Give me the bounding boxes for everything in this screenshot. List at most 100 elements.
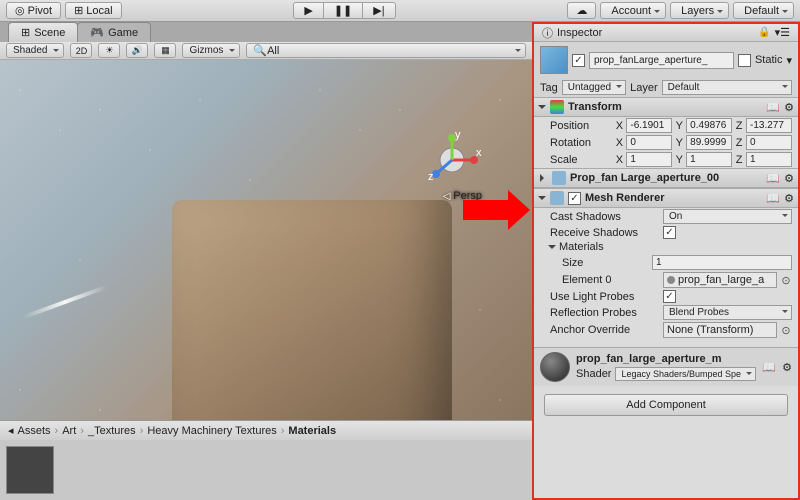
- rot-z-field[interactable]: [746, 135, 792, 150]
- svg-text:x: x: [476, 147, 482, 159]
- panel-menu-icon[interactable]: ▾☰: [775, 26, 790, 39]
- meshfilter-header[interactable]: Prop_fan Large_aperture_00 📖 ⚙: [534, 168, 798, 188]
- object-header: prop_fanLarge_aperture_ Static ▾: [534, 42, 798, 78]
- static-dropdown-icon[interactable]: ▾: [786, 54, 792, 67]
- scale-x-field[interactable]: [626, 152, 672, 167]
- scale-label: Scale: [550, 154, 613, 166]
- material-dot-icon: [667, 276, 675, 284]
- receive-shadows-label: Receive Shadows: [550, 227, 660, 239]
- game-tab[interactable]: 🎮Game: [77, 22, 151, 42]
- account-dropdown[interactable]: Account: [600, 2, 666, 19]
- info-icon: ⓘ: [542, 25, 553, 41]
- crumb[interactable]: _Textures: [88, 425, 136, 437]
- scene-tab[interactable]: ⊞Scene: [8, 22, 78, 42]
- crumb[interactable]: Art: [62, 425, 76, 437]
- object-picker-icon[interactable]: ⊙: [780, 274, 792, 287]
- mat-element0-field[interactable]: prop_fan_large_a: [663, 272, 777, 288]
- crumb[interactable]: Materials: [288, 425, 336, 437]
- active-checkbox[interactable]: [572, 54, 585, 67]
- audio-toggle[interactable]: 🔊: [126, 43, 148, 58]
- tag-dropdown[interactable]: Untagged: [562, 80, 626, 95]
- project-assets: [0, 440, 532, 500]
- foldout-icon[interactable]: [548, 245, 556, 253]
- help-icon[interactable]: 📖: [762, 361, 776, 374]
- scene-viewport[interactable]: x y z ◁ Persp: [0, 60, 532, 420]
- local-toggle[interactable]: ⊞Local: [65, 2, 122, 19]
- gameobject-icon[interactable]: [540, 46, 568, 74]
- play-button[interactable]: ▶: [293, 2, 323, 19]
- pos-x-field[interactable]: [626, 118, 672, 133]
- gizmos-dropdown[interactable]: Gizmos: [182, 43, 240, 58]
- rot-x-field[interactable]: [626, 135, 672, 150]
- receive-shadows-checkbox[interactable]: [663, 226, 676, 239]
- anchor-override-label: Anchor Override: [550, 324, 660, 336]
- shader-label: Shader: [576, 368, 611, 380]
- light-probes-label: Use Light Probes: [550, 291, 660, 303]
- meshrenderer-enabled-checkbox[interactable]: [568, 192, 581, 205]
- meshrenderer-header[interactable]: Mesh Renderer 📖 ⚙: [534, 188, 798, 208]
- gear-icon[interactable]: ⚙: [784, 172, 794, 185]
- mat-size-label: Size: [562, 257, 649, 269]
- gear-icon[interactable]: ⚙: [784, 192, 794, 205]
- foldout-icon: [538, 105, 546, 113]
- foldout-icon: [538, 196, 546, 204]
- inspector-panel: ⓘ Inspector 🔒 ▾☰ prop_fanLarge_aperture_…: [532, 22, 800, 500]
- annotation-arrow: [463, 200, 508, 220]
- help-icon[interactable]: 📖: [766, 192, 780, 205]
- meshfilter-icon: [552, 171, 566, 185]
- svg-text:z: z: [428, 171, 434, 183]
- fx-toggle[interactable]: ▦: [154, 43, 176, 58]
- add-component-button[interactable]: Add Component: [544, 394, 788, 416]
- step-button[interactable]: ▶|: [363, 2, 395, 19]
- scene-search[interactable]: 🔍All: [246, 43, 526, 58]
- shader-dropdown[interactable]: Legacy Shaders/Bumped Spe: [615, 367, 756, 381]
- light-probes-checkbox[interactable]: [663, 290, 676, 303]
- static-checkbox[interactable]: [738, 54, 751, 67]
- help-icon[interactable]: 📖: [766, 172, 780, 185]
- gear-icon[interactable]: ⚙: [784, 101, 794, 114]
- cloud-button[interactable]: ☁: [567, 2, 596, 19]
- reflection-probes-label: Reflection Probes: [550, 307, 660, 319]
- material-name: prop_fan_large_aperture_m: [576, 353, 756, 365]
- lighting-toggle[interactable]: ☀: [98, 43, 120, 58]
- main-toolbar: ◎Pivot ⊞Local ▶ ❚❚ ▶| ☁ Account Layers D…: [0, 0, 800, 22]
- scale-z-field[interactable]: [746, 152, 792, 167]
- scale-y-field[interactable]: [686, 152, 732, 167]
- object-name-field[interactable]: prop_fanLarge_aperture_: [589, 52, 734, 69]
- play-controls: ▶ ❚❚ ▶|: [293, 2, 395, 19]
- reflection-probes-dropdown[interactable]: Blend Probes: [663, 305, 792, 320]
- material-preview-icon: [540, 352, 570, 382]
- pause-button[interactable]: ❚❚: [324, 2, 363, 19]
- tag-layer-row: Tag Untagged Layer Default: [534, 78, 798, 97]
- pivot-toggle[interactable]: ◎Pivot: [6, 2, 61, 19]
- shading-mode-dropdown[interactable]: Shaded: [6, 43, 64, 58]
- layers-dropdown[interactable]: Layers: [670, 2, 729, 19]
- pos-y-field[interactable]: [686, 118, 732, 133]
- help-icon[interactable]: 📖: [766, 101, 780, 114]
- mat-size-field[interactable]: [652, 255, 792, 270]
- scene-toolbar: Shaded 2D ☀ 🔊 ▦ Gizmos 🔍All: [0, 42, 532, 60]
- anchor-override-field[interactable]: None (Transform): [663, 322, 777, 338]
- layer-dropdown[interactable]: Default: [662, 80, 792, 95]
- lock-icon[interactable]: 🔒: [758, 27, 770, 38]
- crumb[interactable]: Assets: [18, 425, 51, 437]
- transform-header[interactable]: Transform 📖 ⚙: [534, 97, 798, 117]
- pos-z-field[interactable]: [746, 118, 792, 133]
- rot-y-field[interactable]: [686, 135, 732, 150]
- asset-thumbnail[interactable]: [6, 446, 54, 494]
- gear-icon[interactable]: ⚙: [782, 361, 792, 374]
- orientation-gizmo[interactable]: x y z: [422, 130, 482, 190]
- crumb[interactable]: Heavy Machinery Textures: [147, 425, 276, 437]
- object-picker-icon[interactable]: ⊙: [780, 324, 792, 337]
- layout-dropdown[interactable]: Default: [733, 2, 794, 19]
- scene-object: [172, 200, 452, 420]
- cast-shadows-dropdown[interactable]: On: [663, 209, 792, 224]
- layer-label: Layer: [630, 82, 658, 94]
- position-label: Position: [550, 120, 613, 132]
- breadcrumb: ◂ Assets› Art› _Textures› Heavy Machiner…: [0, 420, 532, 440]
- 2d-toggle[interactable]: 2D: [70, 43, 92, 58]
- tag-label: Tag: [540, 82, 558, 94]
- foldout-icon: [540, 174, 548, 182]
- inspector-tab[interactable]: ⓘ Inspector 🔒 ▾☰: [534, 24, 798, 42]
- material-header[interactable]: prop_fan_large_aperture_m Shader Legacy S…: [534, 347, 798, 386]
